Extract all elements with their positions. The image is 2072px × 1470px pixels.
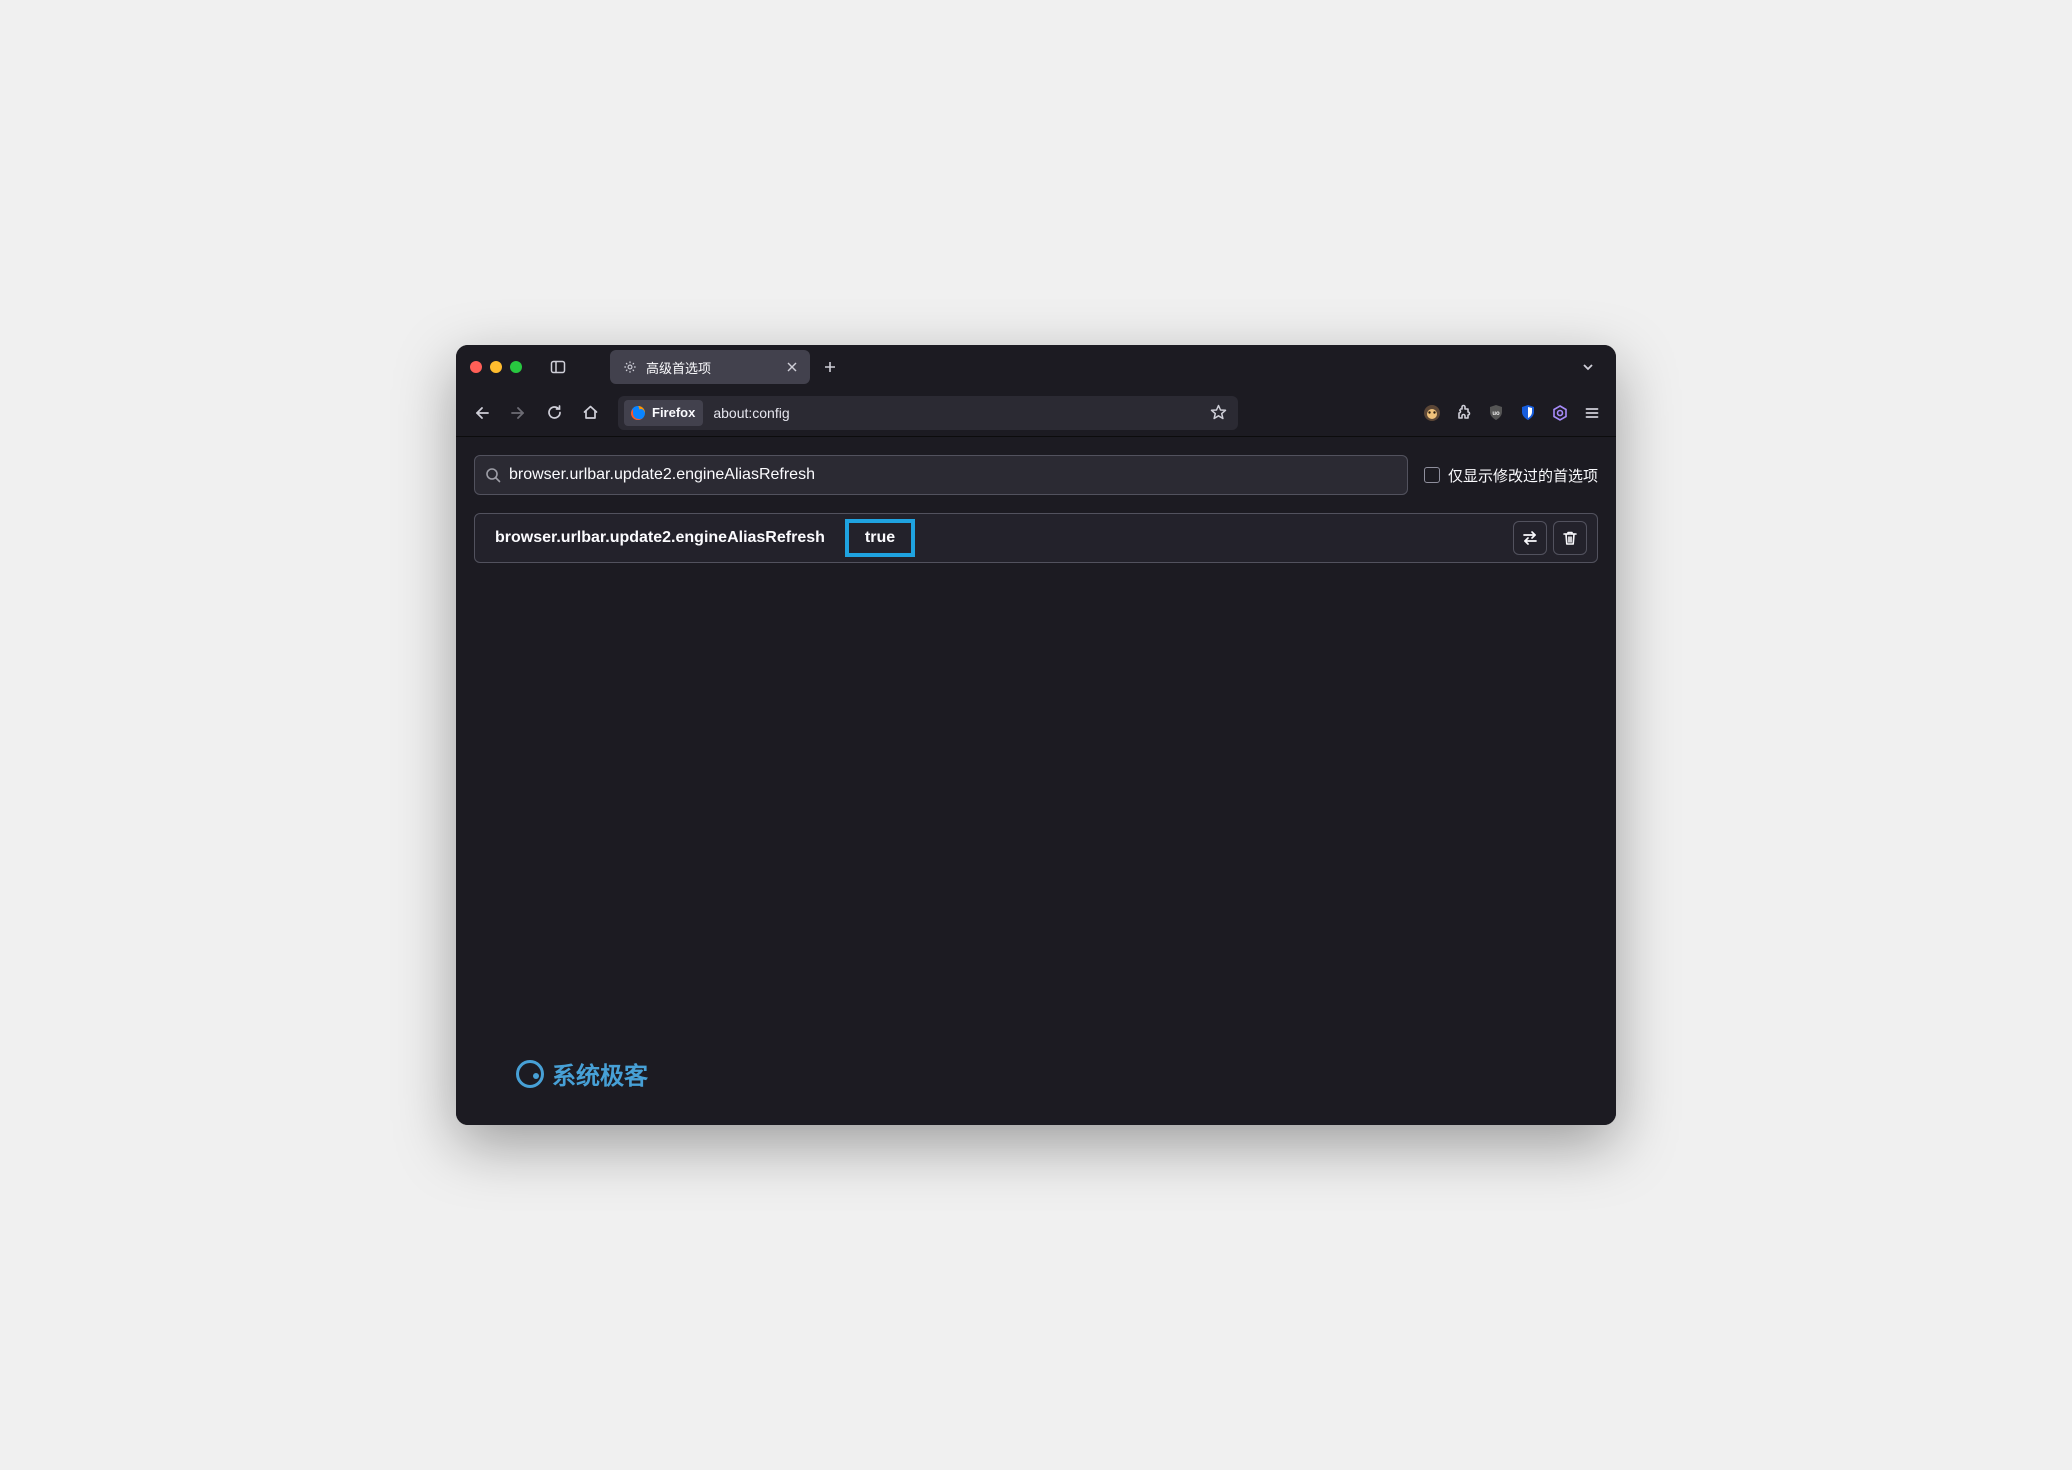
puzzle-icon [1456,404,1473,421]
reload-button[interactable] [538,397,570,429]
pref-actions [1503,514,1597,562]
trash-icon [1562,530,1578,546]
extension-openai-icon[interactable] [1546,399,1574,427]
minimize-window-button[interactable] [490,361,502,373]
pref-delete-button[interactable] [1553,521,1587,555]
star-icon [1210,404,1227,421]
show-modified-label: 仅显示修改过的首选项 [1448,465,1598,486]
tab-close-button[interactable] [784,359,800,375]
swap-icon [1521,529,1539,547]
hexagon-icon [1551,404,1569,422]
bookmark-star-button[interactable] [1204,399,1232,427]
extension-ublock-icon[interactable]: uo [1482,399,1510,427]
checkbox-icon[interactable] [1424,467,1440,483]
svg-text:uo: uo [1492,411,1500,417]
list-all-tabs-button[interactable] [1574,353,1602,381]
config-search-row: 仅显示修改过的首选项 [474,455,1598,495]
sidebar-toggle-button[interactable] [544,353,572,381]
pref-value-cell: true [845,514,915,562]
back-button[interactable] [466,397,498,429]
window-controls [470,361,522,373]
reload-icon [546,404,563,421]
url-bar[interactable]: Firefox about:config [618,396,1238,430]
extension-bitwarden-icon[interactable] [1514,399,1542,427]
about-config-content: 仅显示修改过的首选项 browser.urlbar.update2.engine… [456,437,1616,1125]
nav-toolbar: Firefox about:config [456,389,1616,437]
home-icon [582,404,599,421]
shield-icon: uo [1487,404,1505,422]
toolbar-right: uo [1418,399,1606,427]
close-window-button[interactable] [470,361,482,373]
watermark-text: 系统极客 [552,1056,648,1091]
app-menu-button[interactable] [1578,399,1606,427]
monkey-icon [1423,404,1441,422]
config-search-input[interactable] [509,466,1397,484]
identity-label: Firefox [652,405,695,420]
arrow-left-icon [473,404,491,422]
firefox-icon [630,405,646,421]
close-icon [786,361,798,373]
home-button[interactable] [574,397,606,429]
browser-window: 高级首选项 [456,345,1616,1125]
show-modified-only[interactable]: 仅显示修改过的首选项 [1424,465,1598,486]
watermark-icon [516,1060,544,1088]
shield-b-icon [1519,404,1537,422]
identity-box[interactable]: Firefox [624,400,703,426]
tab-strip: 高级首选项 [610,350,1566,384]
settings-icon [622,359,638,375]
pref-toggle-button[interactable] [1513,521,1547,555]
titlebar: 高级首选项 [456,345,1616,389]
pref-value: true [845,519,915,557]
tab-active[interactable]: 高级首选项 [610,350,810,384]
new-tab-button[interactable] [816,353,844,381]
config-search-box[interactable] [474,455,1408,495]
extensions-button[interactable] [1450,399,1478,427]
search-icon [485,467,501,483]
plus-icon [823,360,837,374]
extension-avatar-icon[interactable] [1418,399,1446,427]
pref-name: browser.urlbar.update2.engineAliasRefres… [475,514,845,562]
sidebar-icon [550,359,566,375]
forward-button[interactable] [502,397,534,429]
watermark: 系统极客 [516,1056,648,1091]
arrow-right-icon [509,404,527,422]
pref-row: browser.urlbar.update2.engineAliasRefres… [474,513,1598,563]
hamburger-icon [1584,405,1600,421]
maximize-window-button[interactable] [510,361,522,373]
url-text[interactable]: about:config [703,405,1204,421]
chevron-down-icon [1581,360,1595,374]
tab-title: 高级首选项 [646,358,776,377]
